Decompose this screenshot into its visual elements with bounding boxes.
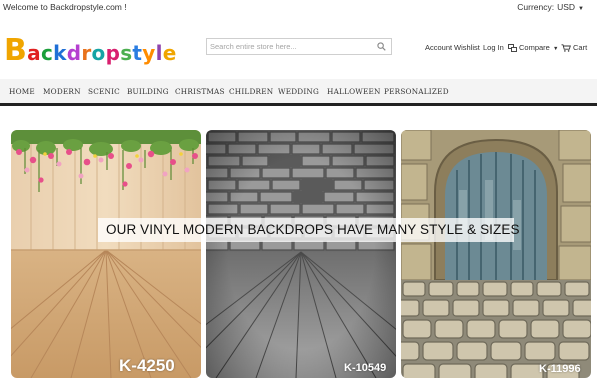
nav-item-personalized[interactable]: PERSONALIZED <box>384 87 449 96</box>
logo-letter: a <box>27 41 41 65</box>
slider-dot[interactable] <box>294 381 299 386</box>
brick-wall-photo <box>206 130 396 378</box>
slider-pagination <box>274 373 314 386</box>
chevron-down-icon: ▼ <box>578 6 584 12</box>
search-input[interactable] <box>210 40 370 53</box>
top-bar: Welcome to Backdropstyle.com ! Currency:… <box>0 0 600 14</box>
backdrop-image-stone-door[interactable]: K-11996 <box>401 130 591 378</box>
slider-dot[interactable] <box>304 381 309 386</box>
logo-letter: c <box>40 41 54 65</box>
logo-letter: r <box>81 41 92 65</box>
logo-letter: y <box>142 41 156 65</box>
account-link[interactable]: Account <box>425 43 452 52</box>
search-icon[interactable] <box>377 42 386 51</box>
logo-letter: e <box>162 41 177 65</box>
compare-label: Compare <box>519 43 550 52</box>
stone-door-photo <box>401 130 591 378</box>
backdrop-image-brick-wall[interactable]: K-10549 <box>206 130 396 378</box>
nav-item-children[interactable]: CHILDREN <box>229 87 273 96</box>
banner-slider[interactable]: K-4250 K-10549 K-11996 OUR VINYL MODERN … <box>0 130 600 388</box>
site-logo[interactable]: Backdropstyle <box>4 33 177 68</box>
nav-item-christmas[interactable]: CHRISTMAS <box>175 87 225 96</box>
chevron-down-icon: ▼ <box>552 46 559 52</box>
compare-link[interactable]: Compare ▼ <box>508 43 558 52</box>
logo-letter: t <box>132 41 143 65</box>
logo-letter: l <box>155 41 163 65</box>
product-code: K-10549 <box>344 362 387 374</box>
product-code: K-11996 <box>539 363 581 375</box>
banner-headline: OUR VINYL MODERN BACKDROPS HAVE MANY STY… <box>98 218 519 242</box>
main-navigation: HOME MODERN SCENIC BUILDING CHRISTMAS CH… <box>0 79 597 106</box>
slider-dot[interactable] <box>284 381 289 386</box>
backdrop-image-wood-flowers[interactable]: K-4250 <box>11 130 201 378</box>
wood-flowers-photo <box>11 130 201 378</box>
nav-item-home[interactable]: HOME <box>9 87 35 96</box>
product-code: K-4250 <box>119 356 175 375</box>
nav-item-scenic[interactable]: SCENIC <box>88 87 120 96</box>
wishlist-link[interactable]: Wishlist <box>454 43 480 52</box>
welcome-message: Welcome to Backdropstyle.com ! <box>3 2 127 12</box>
search-box[interactable] <box>206 38 392 55</box>
logo-letter: o <box>91 41 106 65</box>
nav-item-modern[interactable]: MODERN <box>43 87 81 96</box>
compare-icon <box>508 44 517 52</box>
currency-selector[interactable]: Currency: USD ▼ <box>517 2 584 12</box>
currency-value: USD <box>557 2 576 12</box>
slider-dot[interactable] <box>274 381 279 386</box>
logo-letter: p <box>105 41 121 65</box>
nav-item-halloween[interactable]: HALLOWEEN <box>327 87 381 96</box>
cart-icon <box>561 44 571 52</box>
login-link[interactable]: Log In <box>483 43 504 52</box>
logo-letter: k <box>53 41 67 65</box>
banner-headline-text: OUR VINYL MODERN BACKDROPS HAVE MANY STY… <box>106 222 520 237</box>
logo-letter: s <box>120 41 133 65</box>
logo-initial: B <box>4 33 28 68</box>
logo-letter: d <box>66 41 82 65</box>
cart-link[interactable]: Cart <box>561 43 587 52</box>
cart-label: Cart <box>573 43 588 52</box>
nav-item-building[interactable]: BUILDING <box>127 87 169 96</box>
nav-item-wedding[interactable]: WEDDING <box>278 87 319 96</box>
currency-label: Currency: <box>517 2 555 12</box>
